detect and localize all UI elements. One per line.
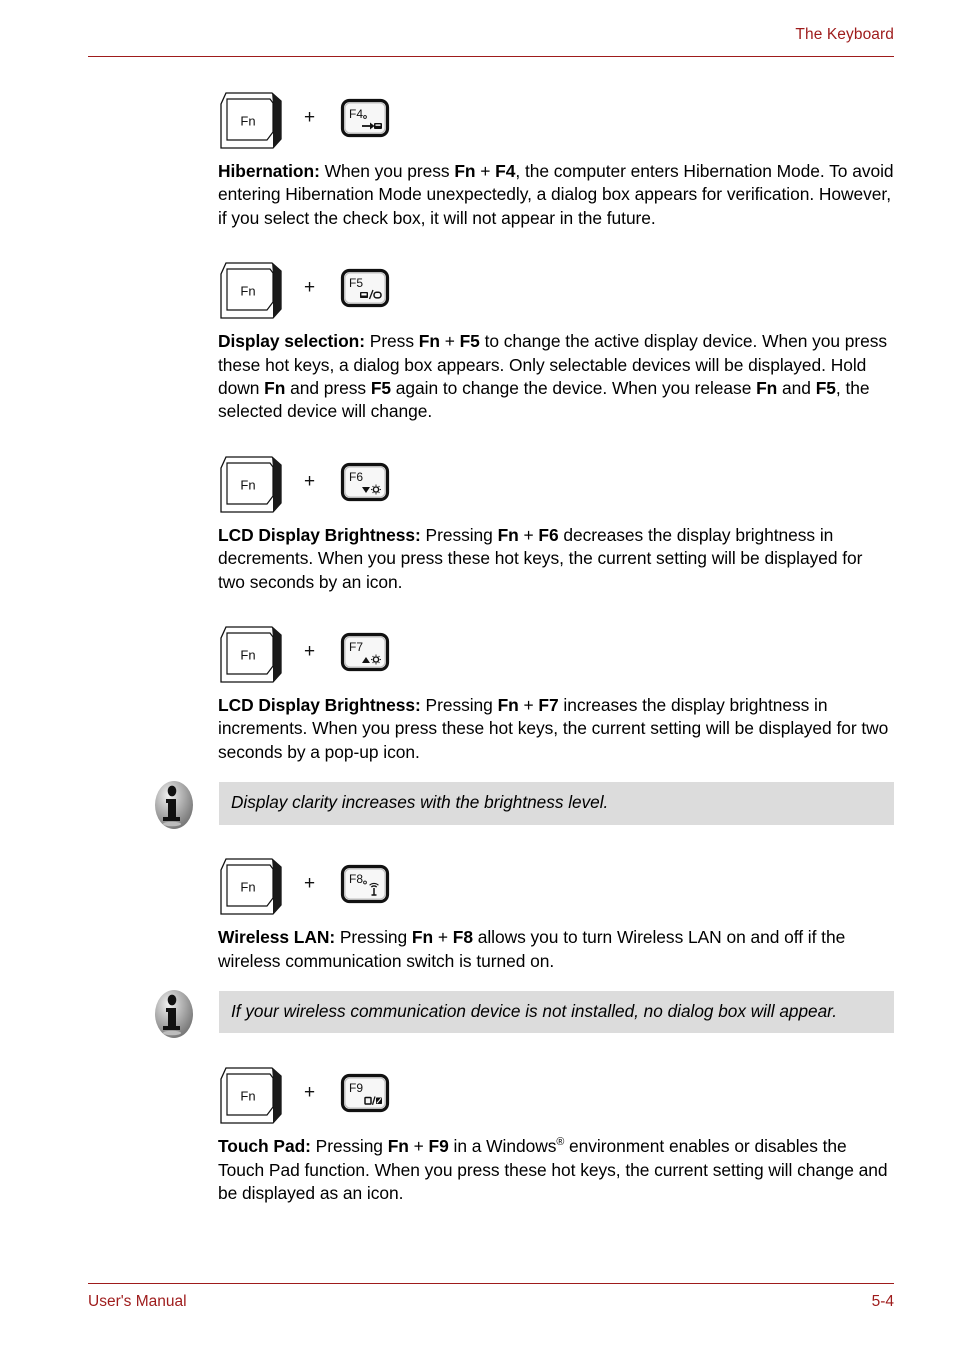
keycap-fn: Fn (220, 626, 282, 683)
paragraph-display-selection: Display selection: Press Fn + F5 to chan… (218, 330, 894, 424)
plus-sign: + (304, 277, 316, 299)
svg-text:F7: F7 (349, 640, 363, 654)
keycap-fn: Fn (220, 262, 282, 319)
keycap-fn: Fn (220, 1067, 282, 1124)
footer-page-number: 5-4 (871, 1293, 894, 1310)
svg-text:F6: F6 (349, 470, 363, 484)
info-icon (155, 990, 193, 1039)
plus-sign: + (304, 1082, 316, 1104)
keycap-fn: Fn (220, 92, 282, 149)
key-combo-f4: Fn + F4 (218, 88, 954, 160)
paragraph-brightness-down: LCD Display Brightness: Pressing Fn + F6… (218, 524, 894, 594)
plus-sign: + (304, 873, 316, 895)
plus-sign: + (304, 470, 316, 492)
paragraph-heading: Wireless LAN: (218, 927, 336, 948)
paragraph-heading: Display selection: (218, 331, 365, 352)
paragraph-body: When you press Fn + F4, the computer ent… (218, 161, 894, 228)
keycap-fn: Fn (220, 858, 282, 915)
svg-text:Fn: Fn (240, 113, 255, 128)
key-combo-f8: Fn + F8 (218, 854, 954, 926)
keycap-f7: F7 (340, 632, 390, 672)
note-text: If your wireless communication device is… (219, 991, 894, 1034)
key-combo-f6: Fn + F6 (218, 452, 954, 524)
svg-text:F4: F4 (349, 107, 363, 121)
note-box-brightness: Display clarity increases with the brigh… (148, 781, 894, 830)
paragraph-heading: Hibernation: (218, 161, 320, 181)
svg-text:Fn: Fn (240, 648, 255, 663)
paragraph-brightness-up: LCD Display Brightness: Pressing Fn + F7… (218, 694, 894, 764)
footer-manual-label: User's Manual (88, 1293, 187, 1310)
paragraph-body: Pressing Fn + F9 in a Windows® environme… (218, 1136, 888, 1203)
footer-divider (88, 1283, 894, 1284)
keycap-f4: F4 (340, 98, 390, 138)
note-box-wireless: If your wireless communication device is… (148, 990, 894, 1039)
keycap-f6: F6 (340, 462, 390, 501)
svg-text:F5: F5 (349, 276, 363, 290)
keycap-f9: F9 (340, 1073, 390, 1113)
page-header: The Keyboard (88, 26, 894, 62)
page-content: Fn + F4 Hibernation: When you press Fn +… (0, 88, 954, 1205)
svg-text:Fn: Fn (240, 880, 255, 895)
plus-sign: + (304, 107, 316, 128)
paragraph-touch-pad: Touch Pad: Pressing Fn + F9 in a Windows… (218, 1135, 894, 1205)
svg-text:F8: F8 (349, 872, 363, 886)
page-footer: User's Manual 5-4 (88, 1283, 894, 1323)
svg-text:F9: F9 (349, 1081, 363, 1095)
note-text: Display clarity increases with the brigh… (219, 782, 894, 825)
keycap-f8: F8 (340, 865, 390, 904)
key-combo-f7: Fn + F7 (218, 622, 954, 694)
info-icon (155, 781, 193, 830)
paragraph-hibernation: Hibernation: When you press Fn + F4, the… (218, 160, 894, 230)
page-title: The Keyboard (795, 26, 894, 43)
paragraph-heading: Touch Pad: (218, 1136, 311, 1157)
key-combo-f9: Fn + F9 (218, 1063, 954, 1135)
keycap-fn: Fn (220, 456, 282, 513)
keycap-f5: F5 (340, 269, 390, 308)
plus-sign: + (304, 641, 316, 663)
paragraph-wireless-lan: Wireless LAN: Pressing Fn + F8 allows yo… (218, 926, 894, 973)
paragraph-heading: LCD Display Brightness: (218, 524, 421, 545)
key-combo-f5: Fn + F5 (218, 258, 954, 330)
header-divider (88, 56, 894, 57)
svg-text:Fn: Fn (240, 477, 255, 492)
paragraph-heading: LCD Display Brightness: (218, 695, 421, 716)
svg-text:Fn: Fn (240, 284, 255, 299)
svg-text:Fn: Fn (240, 1089, 255, 1104)
